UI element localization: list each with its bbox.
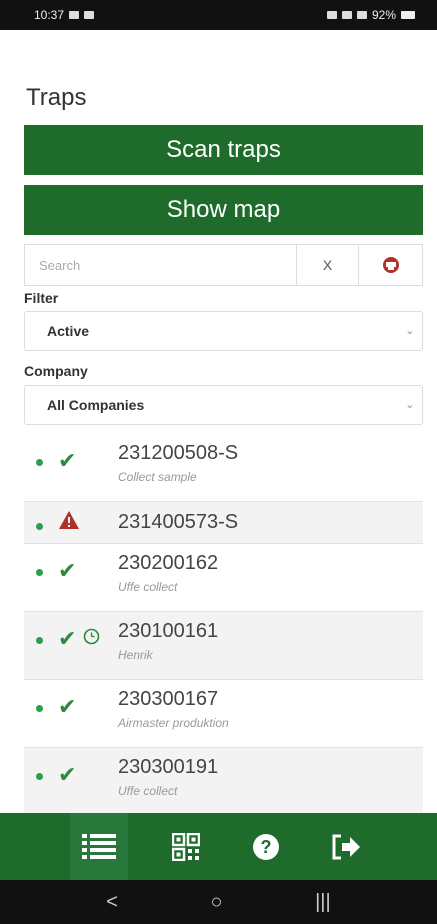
recents-button[interactable]: |||	[315, 891, 331, 914]
alarm-icon	[326, 11, 337, 19]
scan-search-button[interactable]	[358, 245, 422, 285]
nav-qr-button[interactable]	[164, 825, 208, 869]
nav-help-button[interactable]: ?	[244, 825, 288, 869]
trap-id: 230300167	[118, 688, 219, 710]
active-dot-icon	[36, 459, 43, 466]
volume-icon	[341, 11, 352, 19]
company-value: All Companies	[47, 397, 145, 413]
trap-note: Collect sample	[118, 470, 197, 484]
scan-icon	[382, 257, 399, 273]
filter-select[interactable]: Active ⌄	[24, 311, 423, 351]
check-icon: ✔	[58, 448, 77, 473]
nav-list-button[interactable]	[69, 813, 128, 880]
status-right: 92%	[326, 8, 415, 22]
search-input[interactable]: Search	[25, 245, 296, 285]
back-button[interactable]: <	[106, 891, 118, 914]
active-dot-icon	[36, 569, 43, 576]
list-item[interactable]: ✔ 230300167 Airmaster produktion	[24, 680, 423, 748]
list-item[interactable]: ✔ 230300191 Uffe collect	[24, 748, 423, 816]
active-dot-icon	[36, 523, 43, 530]
trap-id: 230200162	[118, 552, 219, 574]
trap-note: Uffe collect	[118, 784, 178, 798]
warning-icon	[59, 511, 79, 529]
trap-id: 231400573-S	[118, 511, 239, 533]
clear-search-button[interactable]: X	[296, 245, 358, 285]
page-title: Traps	[26, 84, 87, 111]
signal-icon	[356, 11, 367, 19]
trap-id: 230100161	[118, 620, 219, 642]
trap-note: Henrik	[118, 648, 153, 662]
logout-icon	[332, 834, 360, 859]
check-icon: ✔	[58, 694, 77, 719]
list-item[interactable]: 231400573-S	[24, 502, 423, 544]
battery-icon	[401, 11, 415, 19]
status-left: 10:37	[34, 8, 95, 22]
nav-logout-button[interactable]	[324, 825, 368, 869]
mail-notification-icon	[84, 11, 95, 19]
check-icon: ✔	[58, 762, 77, 787]
trap-note: Uffe collect	[118, 580, 178, 594]
filter-value: Active	[47, 323, 90, 339]
trap-note: Airmaster produktion	[118, 716, 229, 730]
company-select[interactable]: All Companies ⌄	[24, 385, 423, 425]
clock-icon	[83, 628, 100, 645]
search-bar: Search X	[24, 244, 423, 286]
qr-code-icon	[171, 832, 200, 861]
company-label: Company	[24, 363, 88, 379]
chevron-down-icon: ⌄	[405, 325, 414, 337]
home-button[interactable]: ○	[210, 891, 222, 914]
list-item[interactable]: ✔ 231200508-S Collect sample	[24, 434, 423, 502]
check-icon: ✔	[58, 558, 77, 583]
check-icon: ✔	[58, 626, 77, 651]
list-icon	[81, 833, 116, 859]
active-dot-icon	[36, 637, 43, 644]
trap-list: ✔ 231200508-S Collect sample 231400573-S…	[24, 434, 423, 816]
chevron-down-icon: ⌄	[405, 399, 414, 411]
image-notification-icon	[69, 11, 80, 19]
system-nav-bar: < ○ |||	[0, 880, 437, 924]
active-dot-icon	[36, 773, 43, 780]
list-item[interactable]: ✔ 230100161 Henrik	[24, 612, 423, 680]
list-item[interactable]: ✔ 230200162 Uffe collect	[24, 544, 423, 612]
trap-id: 231200508-S	[118, 442, 239, 464]
scan-traps-button[interactable]: Scan traps	[24, 125, 423, 175]
bottom-nav: ?	[0, 813, 437, 880]
battery-percent: 92%	[371, 8, 396, 22]
active-dot-icon	[36, 705, 43, 712]
show-map-button[interactable]: Show map	[24, 185, 423, 235]
status-time: 10:37	[34, 8, 65, 22]
svg-text:?: ?	[260, 837, 271, 857]
help-icon: ?	[252, 833, 279, 860]
filter-label: Filter	[24, 290, 59, 306]
trap-id: 230300191	[118, 756, 219, 778]
status-bar: 10:37 92%	[0, 0, 437, 30]
